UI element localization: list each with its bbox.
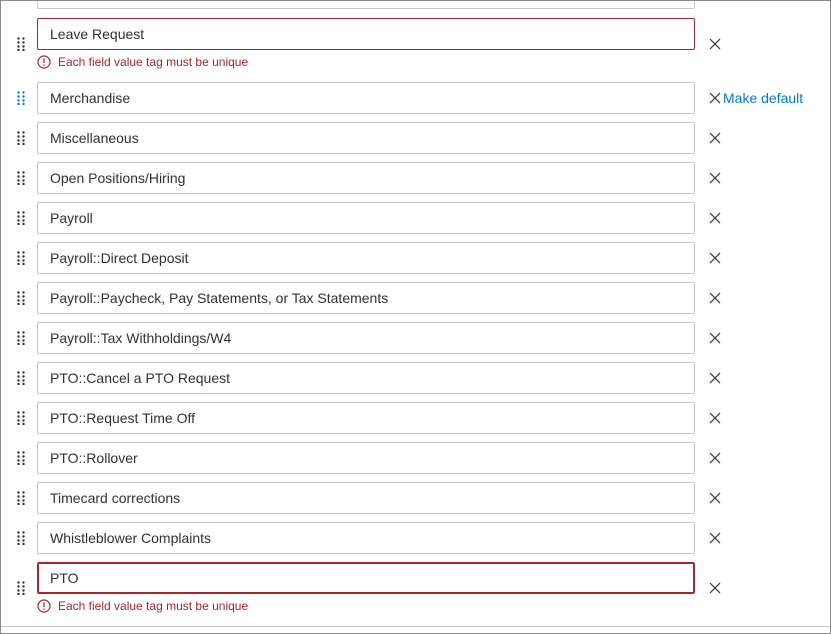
value-input[interactable] <box>37 442 695 474</box>
drag-handle-icon[interactable] <box>17 291 25 305</box>
value-input[interactable] <box>37 482 695 514</box>
value-input[interactable] <box>37 282 695 314</box>
close-icon[interactable] <box>705 368 725 388</box>
drag-handle-icon[interactable] <box>17 251 25 265</box>
value-input-merchandise[interactable] <box>37 82 695 114</box>
close-icon[interactable] <box>705 34 725 54</box>
divider <box>1 626 830 627</box>
value-row <box>1 522 830 554</box>
value-input-pto[interactable] <box>37 562 695 594</box>
value-row <box>1 122 830 154</box>
value-input[interactable] <box>37 522 695 554</box>
close-icon[interactable] <box>705 128 725 148</box>
error-text: Each field value tag must be unique <box>58 599 249 613</box>
error-message: Each field value tag must be unique <box>37 598 437 614</box>
value-row <box>1 162 830 194</box>
drag-handle-icon[interactable] <box>17 131 25 145</box>
value-input[interactable] <box>37 322 695 354</box>
drag-handle-icon[interactable] <box>17 91 25 105</box>
close-icon[interactable] <box>705 448 725 468</box>
value-input[interactable] <box>37 162 695 194</box>
close-icon[interactable] <box>705 528 725 548</box>
drag-handle-icon[interactable] <box>17 37 25 51</box>
value-row <box>1 362 830 394</box>
drag-handle-icon[interactable] <box>17 491 25 505</box>
drag-handle-icon[interactable] <box>17 581 25 595</box>
value-input[interactable] <box>37 242 695 274</box>
field-values-editor: Each field value tag must be unique Make… <box>0 0 831 634</box>
drag-handle-icon[interactable] <box>17 331 25 345</box>
value-input[interactable] <box>37 202 695 234</box>
drag-handle-icon[interactable] <box>17 531 25 545</box>
value-row <box>1 562 830 595</box>
value-row <box>1 482 830 514</box>
value-input-leave-request[interactable] <box>37 18 695 50</box>
error-circle-icon <box>37 55 51 69</box>
close-icon[interactable] <box>705 328 725 348</box>
error-message: Each field value tag must be unique <box>37 54 437 70</box>
value-row <box>1 322 830 354</box>
value-input[interactable] <box>37 362 695 394</box>
value-row <box>1 402 830 434</box>
value-row <box>1 282 830 314</box>
make-default-link[interactable]: Make default <box>723 88 803 108</box>
close-icon[interactable] <box>705 488 725 508</box>
error-text: Each field value tag must be unique <box>58 55 249 69</box>
drag-handle-icon[interactable] <box>17 171 25 185</box>
close-icon[interactable] <box>705 168 725 188</box>
value-row <box>1 202 830 234</box>
close-icon[interactable] <box>705 288 725 308</box>
value-row <box>1 242 830 274</box>
value-input[interactable] <box>37 122 695 154</box>
close-icon[interactable] <box>705 578 725 598</box>
value-input[interactable] <box>37 402 695 434</box>
close-icon[interactable] <box>705 208 725 228</box>
drag-handle-icon[interactable] <box>17 211 25 225</box>
drag-handle-icon[interactable] <box>17 371 25 385</box>
previous-value-field[interactable] <box>37 1 695 9</box>
close-icon[interactable] <box>705 88 725 108</box>
drag-handle-icon[interactable] <box>17 451 25 465</box>
close-icon[interactable] <box>705 248 725 268</box>
value-row <box>1 442 830 474</box>
close-icon[interactable] <box>705 408 725 428</box>
value-row: Make default <box>1 82 830 114</box>
drag-handle-icon[interactable] <box>17 411 25 425</box>
value-row <box>1 18 830 51</box>
error-circle-icon <box>37 599 51 613</box>
